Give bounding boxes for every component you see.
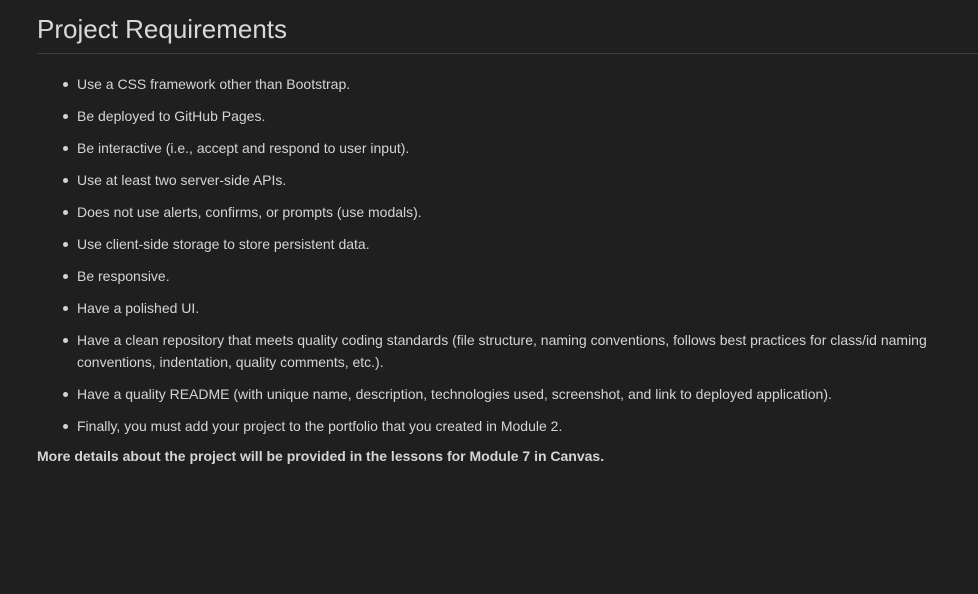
list-item: Have a quality README (with unique name,… — [63, 383, 973, 405]
list-item: Be deployed to GitHub Pages. — [63, 105, 973, 127]
list-item: Have a clean repository that meets quali… — [63, 329, 973, 373]
bullet-icon — [63, 424, 68, 429]
bullet-icon — [63, 392, 68, 397]
list-item: Be interactive (i.e., accept and respond… — [63, 137, 973, 159]
bullet-icon — [63, 242, 68, 247]
bullet-icon — [63, 146, 68, 151]
list-item-text: Does not use alerts, confirms, or prompt… — [77, 204, 422, 220]
bullet-icon — [63, 338, 68, 343]
list-item: Have a polished UI. — [63, 297, 973, 319]
list-item-text: Use at least two server-side APIs. — [77, 172, 287, 188]
heading-divider — [37, 53, 978, 54]
list-item: Be responsive. — [63, 265, 973, 287]
list-item: Use a CSS framework other than Bootstrap… — [63, 73, 973, 95]
bullet-icon — [63, 114, 68, 119]
list-item: Finally, you must add your project to th… — [63, 415, 973, 437]
list-item-text: Be deployed to GitHub Pages. — [77, 108, 266, 124]
list-item-text: Have a quality README (with unique name,… — [77, 386, 832, 402]
list-item-text: Be responsive. — [77, 268, 170, 284]
bullet-icon — [63, 178, 68, 183]
list-item-text: Have a polished UI. — [77, 300, 200, 316]
list-item-text: Finally, you must add your project to th… — [77, 418, 563, 434]
list-item-text: Use a CSS framework other than Bootstrap… — [77, 76, 351, 92]
bullet-icon — [63, 274, 68, 279]
list-item-text: Use client-side storage to store persist… — [77, 236, 370, 252]
list-item: Use at least two server-side APIs. — [63, 169, 973, 191]
requirements-list: Use a CSS framework other than Bootstrap… — [37, 73, 973, 447]
page-title: Project Requirements — [37, 14, 287, 44]
markdown-preview: Project Requirements Use a CSS framework… — [0, 0, 978, 594]
footnote: More details about the project will be p… — [37, 448, 605, 464]
bullet-icon — [63, 82, 68, 87]
bullet-icon — [63, 306, 68, 311]
list-item-text: Be interactive (i.e., accept and respond… — [77, 140, 410, 156]
list-item-text: Have a clean repository that meets quali… — [77, 332, 927, 370]
bullet-icon — [63, 210, 68, 215]
list-item: Does not use alerts, confirms, or prompt… — [63, 201, 973, 223]
list-item: Use client-side storage to store persist… — [63, 233, 973, 255]
